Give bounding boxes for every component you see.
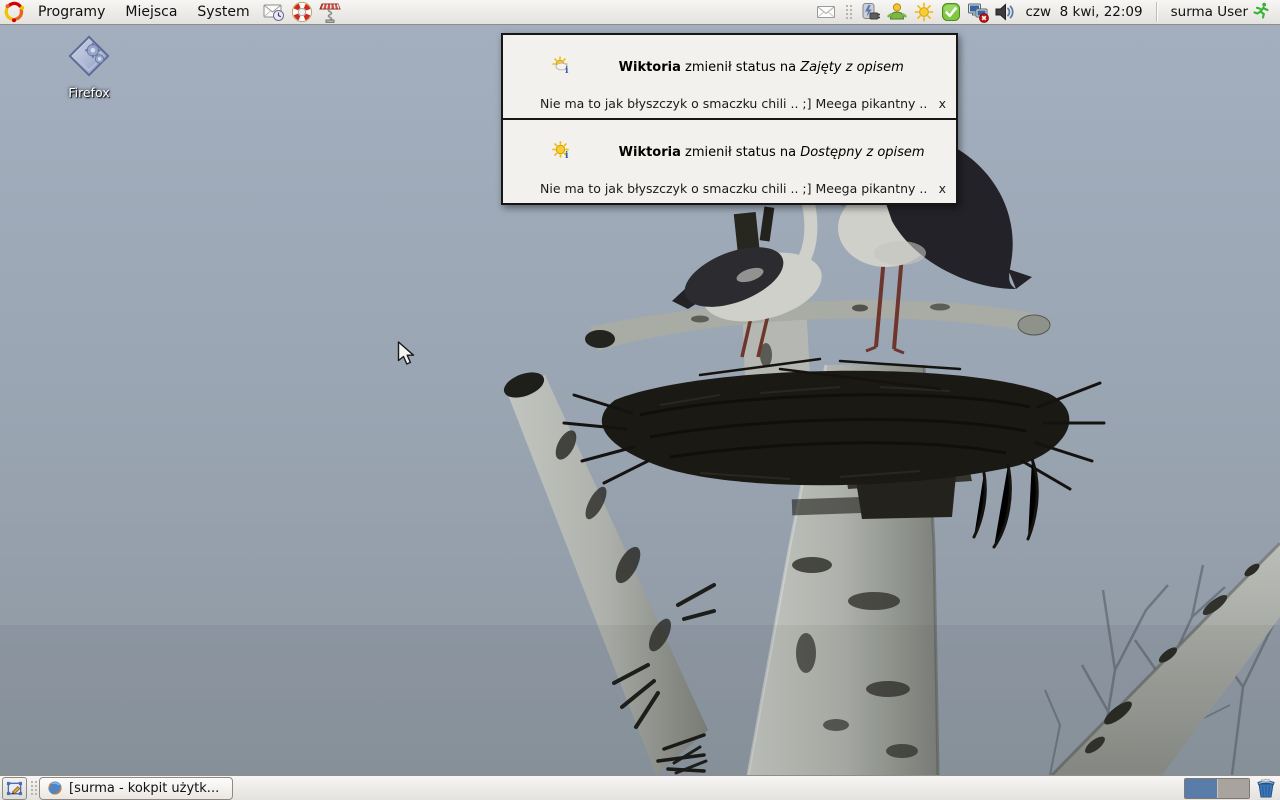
buddy-icon[interactable] [886,1,908,23]
notification-status: Dostępny z opisem [800,145,924,160]
menu-miejsca[interactable]: Miejsca [115,0,187,24]
desktop: Firefox i Wiktoria zmienił status na Zaj [0,25,1280,775]
notification-sender: Wiktoria [619,145,681,160]
bottom-panel: [surma - kokpit użytk... [0,775,1280,800]
user-switcher[interactable]: surma User [1167,1,1276,23]
workspace-switcher [1184,778,1250,799]
firefox-icon [47,780,63,796]
show-desktop-button[interactable] [2,777,27,800]
mail-client-icon[interactable] [262,0,286,24]
user-name-label: surma User [1171,4,1248,20]
notification-body: Nie ma to jak błyszczyk o smaczku chili … [540,96,929,111]
volume-icon[interactable] [994,1,1016,23]
trash-button[interactable] [1254,777,1278,800]
notification-close-button[interactable]: x [939,181,946,196]
notification-action: zmienił status na [681,145,800,160]
workspace-2[interactable] [1217,779,1250,798]
notification-available: i Wiktoria zmienił status na Dostępny z … [501,118,958,205]
desktop-icon-label: Firefox [50,85,128,100]
svg-text:i: i [565,151,569,159]
sun-status-icon[interactable] [913,1,935,23]
tasklist-drag-handle[interactable] [29,779,37,797]
mail-envelope-icon[interactable] [815,1,837,23]
jack-in-the-box-icon[interactable] [318,0,342,24]
workspace-1[interactable] [1185,779,1217,798]
power-manager-icon[interactable] [859,1,881,23]
tray-drag-handle[interactable] [844,3,852,21]
notification-busy: i Wiktoria zmienił status na Zajęty z op… [501,33,958,120]
sun-info-icon: i [511,126,570,178]
task-button-firefox[interactable]: [surma - kokpit użytk... [39,777,233,800]
notification-stack: i Wiktoria zmienił status na Zajęty z op… [501,33,958,205]
trash-icon [1255,777,1277,799]
network-offline-icon[interactable] [967,1,989,23]
desktop-icon-firefox[interactable]: Firefox [50,33,128,100]
notification-close-button[interactable]: x [939,96,946,111]
system-tray: czw 8 kwi, 22:09 surma User [815,1,1280,23]
notification-status: Zajęty z opisem [800,60,904,75]
generic-app-diamond-icon [66,33,112,79]
svg-text:i: i [565,66,569,74]
ubuntu-logo-icon[interactable] [2,0,26,24]
sun-cloud-info-icon: i [511,41,570,93]
user-switch-icon [1252,1,1270,23]
panel-separator [1156,2,1158,22]
show-desktop-icon [6,780,23,797]
updates-ok-icon[interactable] [940,1,962,23]
menu-system[interactable]: System [187,0,259,24]
notification-body: Nie ma to jak błyszczyk o smaczku chili … [540,181,929,196]
help-lifebuoy-icon[interactable] [290,0,314,24]
clock[interactable]: czw 8 kwi, 22:09 [1021,4,1146,20]
notification-action: zmienił status na [681,60,800,75]
menu-programy[interactable]: Programy [28,0,115,24]
notification-sender: Wiktoria [619,60,681,75]
task-button-label: [surma - kokpit użytk... [69,781,219,796]
top-panel: Programy Miejsca System [0,0,1280,25]
